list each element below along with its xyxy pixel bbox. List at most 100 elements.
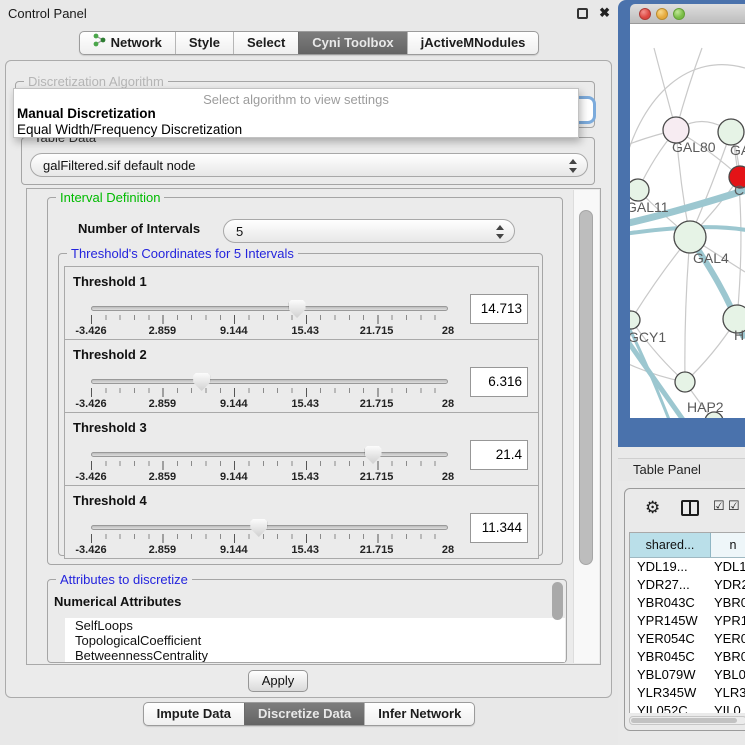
- slider-scale-label: 9.144: [220, 544, 248, 556]
- cell-shared-name[interactable]: YDL19...: [630, 558, 711, 576]
- cell-shared-name[interactable]: YBR043C: [630, 594, 711, 612]
- table-row[interactable]: YBL079WYBL0: [630, 666, 745, 684]
- attribute-item[interactable]: TopologicalCoefficient: [65, 633, 565, 648]
- network-edge[interactable]: [731, 132, 741, 319]
- settings-scrollbar-thumb[interactable]: [579, 210, 593, 565]
- network-node-label: GAL80: [672, 139, 716, 155]
- threshold-slider[interactable]: -3.4262.8599.14415.4321.71528: [91, 303, 449, 337]
- table-row[interactable]: YDR27...YDR2: [630, 576, 745, 594]
- network-graph[interactable]: GAL80GACGAL4GCY1HHAP2GAL11: [630, 24, 745, 418]
- cell-name[interactable]: YLR3: [711, 684, 745, 702]
- slider-track[interactable]: [91, 379, 448, 384]
- cell-name[interactable]: YPR1: [711, 612, 745, 630]
- cell-shared-name[interactable]: YER054C: [630, 630, 711, 648]
- slider-track[interactable]: [91, 452, 448, 457]
- numerical-attributes-list[interactable]: SelfLoopsTopologicalCoefficientBetweenne…: [65, 618, 565, 662]
- table-row[interactable]: YDL19...YDL1: [630, 558, 745, 576]
- checkbox-icon[interactable]: ☑: [713, 498, 725, 514]
- tab-style[interactable]: Style: [175, 32, 233, 54]
- threshold-value-box[interactable]: 6.316: [470, 367, 528, 397]
- algorithm-item-equal-width[interactable]: Equal Width/Frequency Discretization: [14, 122, 578, 138]
- attributes-list-scrollbar[interactable]: [552, 582, 563, 620]
- float-window-icon[interactable]: [577, 8, 588, 19]
- cell-shared-name[interactable]: YIL052C: [630, 702, 711, 713]
- slider-scale-label: 28: [442, 398, 454, 410]
- algorithm-item-manual[interactable]: Manual Discretization: [14, 106, 578, 122]
- network-edge[interactable]: [685, 237, 690, 382]
- cell-shared-name[interactable]: YDR27...: [630, 576, 711, 594]
- cell-name[interactable]: YIL0: [711, 702, 745, 713]
- table-hscrollbar-track[interactable]: [629, 716, 745, 725]
- table-row[interactable]: YBR045CYBR0: [630, 648, 745, 666]
- table-row[interactable]: YLR345WYLR3: [630, 684, 745, 702]
- slider-ticks: [91, 315, 449, 324]
- number-of-intervals-combobox[interactable]: 5: [223, 219, 515, 243]
- slider-scale-label: -3.426: [75, 544, 106, 556]
- slider-scale-label: -3.426: [75, 471, 106, 483]
- threshold-panel: Threshold 2 -3.4262.8599.14415.4321.7152…: [64, 339, 539, 413]
- cell-shared-name[interactable]: YBL079W: [630, 666, 711, 684]
- checkbox-icon[interactable]: ☑: [728, 498, 740, 514]
- tab-discretize-data[interactable]: Discretize Data: [244, 703, 364, 725]
- attribute-item[interactable]: BetweennessCentrality: [65, 648, 565, 662]
- network-node[interactable]: [630, 311, 640, 329]
- tab-infer-network[interactable]: Infer Network: [364, 703, 474, 725]
- threshold-slider[interactable]: -3.4262.8599.14415.4321.71528: [91, 449, 449, 483]
- network-node[interactable]: [630, 179, 649, 201]
- right-pane: GAL80GACGAL4GCY1HHAP2GAL11 Table Panel ⚙…: [618, 0, 745, 745]
- threshold-slider[interactable]: -3.4262.8599.14415.4321.71528: [91, 376, 449, 410]
- table-row[interactable]: YER054CYER0: [630, 630, 745, 648]
- network-node[interactable]: [674, 221, 706, 253]
- threshold-slider[interactable]: -3.4262.8599.14415.4321.71528: [91, 522, 449, 556]
- slider-scale-label: 2.859: [149, 544, 177, 556]
- table-panel-titlebar: Table Panel: [618, 458, 745, 481]
- combo-stepper-icon: [496, 225, 505, 239]
- threshold-value-box[interactable]: 11.344: [470, 513, 528, 543]
- table-row[interactable]: YPR145WYPR1: [630, 612, 745, 630]
- cell-name[interactable]: YDR2: [711, 576, 745, 594]
- cell-name[interactable]: YER0: [711, 630, 745, 648]
- gear-icon[interactable]: ⚙: [645, 498, 660, 518]
- cell-shared-name[interactable]: YLR345W: [630, 684, 711, 702]
- cell-shared-name[interactable]: YBR045C: [630, 648, 711, 666]
- tab-jactivemnodules[interactable]: jActiveMNodules: [407, 32, 539, 54]
- threshold-value-box[interactable]: 14.713: [470, 294, 528, 324]
- table-panel-window: ⚙ ☑ ☑ shared... n YDL19...YDL1YDR27...YD…: [624, 488, 745, 731]
- column-header-name[interactable]: n: [711, 533, 745, 557]
- tab-network[interactable]: Network: [80, 32, 175, 54]
- tab-select[interactable]: Select: [233, 32, 298, 54]
- split-columns-icon[interactable]: [681, 500, 699, 516]
- cell-name[interactable]: YBL0: [711, 666, 745, 684]
- table-row[interactable]: YBR043CYBR0: [630, 594, 745, 612]
- cell-shared-name[interactable]: YPR145W: [630, 612, 711, 630]
- settings-scrollbar-track[interactable]: [573, 190, 599, 663]
- apply-button[interactable]: Apply: [248, 670, 308, 692]
- table-row[interactable]: YIL052CYIL0: [630, 702, 745, 713]
- cell-name[interactable]: YDL1: [711, 558, 745, 576]
- close-icon[interactable]: ✖: [599, 5, 610, 21]
- slider-scale-label: 2.859: [149, 398, 177, 410]
- tab-cyni-toolbox[interactable]: Cyni Toolbox: [298, 32, 406, 54]
- network-node[interactable]: [675, 372, 695, 392]
- network-icon: [93, 32, 106, 54]
- slider-track[interactable]: [91, 306, 448, 311]
- table-hscrollbar-thumb[interactable]: [631, 718, 737, 723]
- network-node-label: C: [734, 182, 744, 198]
- cell-name[interactable]: YBR0: [711, 648, 745, 666]
- slider-scale-labels: -3.4262.8599.14415.4321.71528: [91, 544, 448, 556]
- zoom-traffic-light-icon[interactable]: [673, 8, 685, 20]
- attribute-item[interactable]: SelfLoops: [65, 618, 565, 633]
- tab-impute-data[interactable]: Impute Data: [144, 703, 244, 725]
- attributes-group: Attributes to discretize Numerical Attri…: [47, 579, 567, 663]
- algorithm-prompt-item[interactable]: Select algorithm to view settings: [14, 89, 578, 106]
- cyni-toolbox-panel: Discretization Algorithm Select algorith…: [5, 60, 612, 698]
- threshold-value-box[interactable]: 21.4: [470, 440, 528, 470]
- minimize-traffic-light-icon[interactable]: [656, 8, 668, 20]
- cell-name[interactable]: YBR0: [711, 594, 745, 612]
- slider-scale-label: 9.144: [220, 398, 248, 410]
- close-traffic-light-icon[interactable]: [639, 8, 651, 20]
- slider-track[interactable]: [91, 525, 448, 530]
- table-data-combobox[interactable]: galFiltered.sif default node: [30, 153, 588, 177]
- network-canvas[interactable]: GAL80GACGAL4GCY1HHAP2GAL11: [630, 24, 745, 418]
- column-header-shared-name[interactable]: shared...: [630, 533, 711, 557]
